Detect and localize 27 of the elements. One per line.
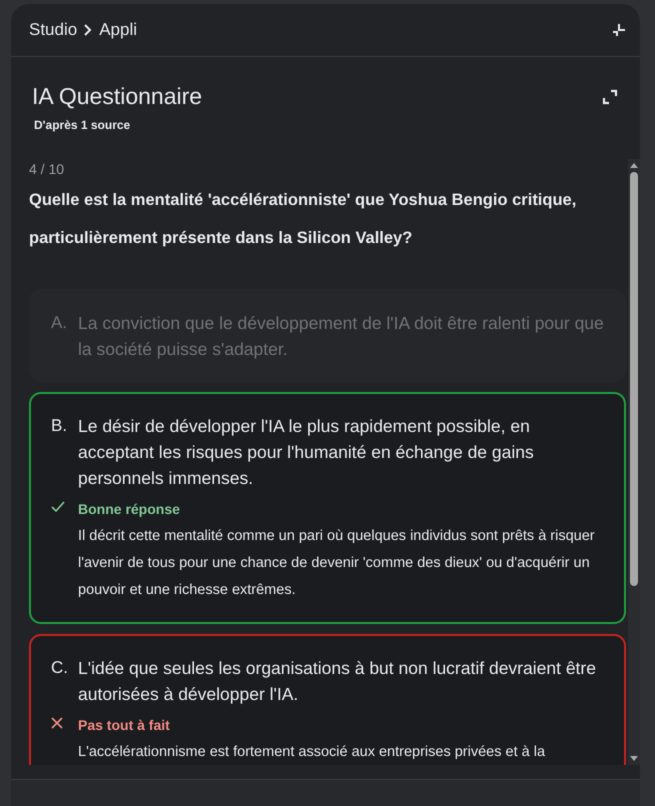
collapse-icon[interactable] [612, 23, 626, 37]
scroll-up-icon[interactable] [630, 163, 638, 168]
option-text: L'idée que seules les organisations à but non lucratif devraient être autorisées à développer l'IA. [78, 657, 597, 706]
quiz-title: IA Questionnaire [32, 83, 202, 110]
option-letter: C. [51, 657, 69, 679]
option-letter: B. [51, 415, 68, 437]
explanation-text: L'accélérationnisme est fortement associé aux entreprises privées et à la [78, 743, 546, 762]
question-counter: 4 / 10 [29, 161, 66, 177]
source-count: D'après 1 source [34, 118, 132, 132]
breadcrumb-link[interactable]: Studio [29, 20, 78, 40]
breadcrumb-link[interactable]: Appli [99, 20, 138, 40]
question-text: Quelle est la mentalité 'accélérationniste' que Yoshua Bengio critique, particulièrement présente dans la Silicon Valley? [29, 190, 578, 249]
scrollbar[interactable] [628, 159, 640, 765]
scroll-down-icon[interactable] [630, 756, 638, 761]
option-text: La conviction que le développement de l'IA doit être ralenti pour que la société puisse s'adapter. [78, 312, 604, 361]
verdict-label: Bonne réponse [78, 500, 180, 519]
explanation-text: Il décrit cette mentalité comme un pari où quelques individus sont prêts à risquer l'avenir de tous pour une chance de devenir 'comme des dieux' ou d'acquérir un pouvoir et une richesse extrêmes. [78, 527, 596, 600]
expand-icon[interactable] [602, 89, 618, 105]
scrollbar-thumb[interactable] [630, 172, 638, 586]
check-icon [51, 501, 65, 513]
close-icon [51, 717, 63, 729]
answer-option[interactable]: C. L'idée que seules les organisations à but non lucratif devraient être autorisées à développer l'IA. Pas tout à fait L'accélérationnisme est fortement associé aux entreprises privées et à la [29, 634, 626, 765]
chevron-right-icon [83, 23, 94, 37]
answer-option[interactable] [29, 392, 626, 624]
option-text: Le désir de développer l'IA le plus rapidement possible, en acceptant les risques pour l'humanité en échange de gains personnels immenses. [78, 415, 535, 490]
option-letter: A. [51, 312, 68, 334]
verdict-label: Pas tout à fait [78, 716, 170, 735]
